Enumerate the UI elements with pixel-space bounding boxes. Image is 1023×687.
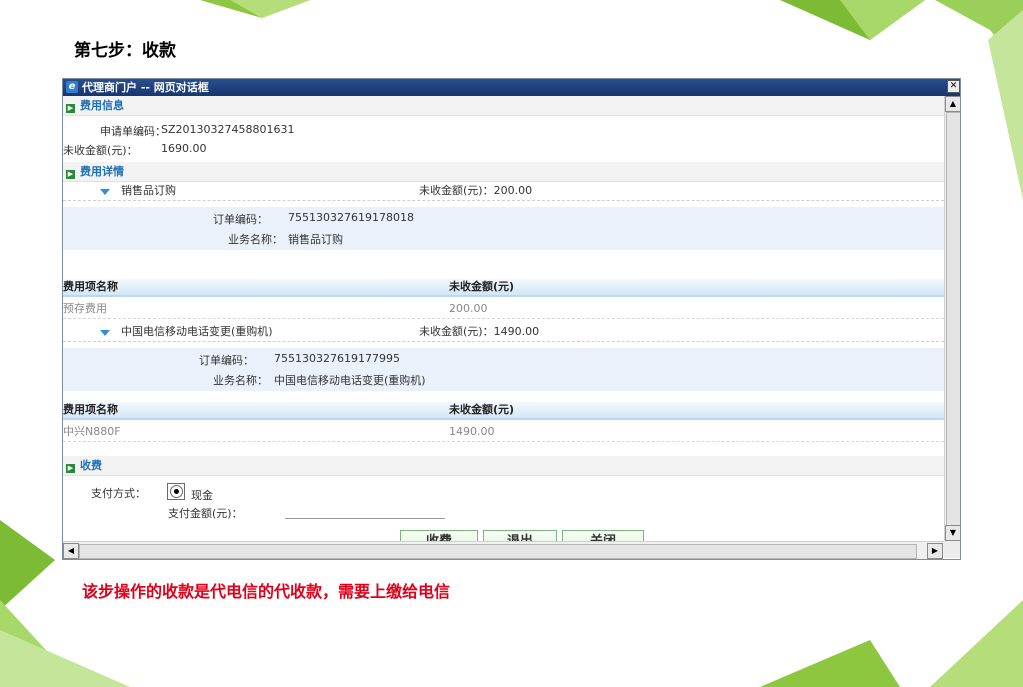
order-group-amount: 未收金额(元)：200.00 (419, 184, 533, 197)
table-row: 预存费用 200.00 (63, 300, 944, 319)
section-arrow-icon: ▶ (66, 170, 75, 179)
section-arrow-icon: ▶ (66, 464, 75, 473)
fee-item-name: 中兴N880F (63, 425, 121, 438)
charge-button[interactable]: 收费 (400, 530, 478, 541)
section-title: 收费 (80, 459, 102, 472)
scroll-up-icon[interactable]: ▲ (945, 96, 960, 112)
note-text: 该步操作的收款是代电信的代收款，需要上缴给电信 (82, 582, 451, 601)
close-icon[interactable]: ✕ (947, 80, 960, 93)
exit-button[interactable]: 退出 (483, 530, 557, 541)
order-info-panel: 订单编码： 755130327619178018 业务名称： 销售品订购 (63, 207, 944, 250)
order-group-name: 销售品订购 (121, 184, 176, 197)
order-group-header[interactable]: 中国电信移动电话变更(重购机) 未收金额(元)：1490.00 (63, 323, 944, 342)
section-fee-info[interactable]: ▶ 费用信息 (63, 96, 944, 116)
fee-item-amount: 200.00 (449, 302, 488, 315)
biz-name-value: 销售品订购 (288, 233, 343, 246)
section-title: 费用信息 (80, 99, 124, 112)
scroll-right-icon[interactable]: ▶ (927, 543, 943, 559)
col-fee-item: 费用项名称 (63, 280, 118, 293)
payment-amount-input[interactable] (285, 518, 445, 519)
close-button[interactable]: 关闭 (562, 530, 644, 541)
order-group-header[interactable]: 销售品订购 未收金额(元)：200.00 (63, 182, 944, 201)
order-code-label: 订单编码： (213, 213, 268, 226)
payment-amount-label: 支付金额(元)： (168, 507, 243, 520)
expand-arrow-icon (100, 330, 110, 336)
payment-method-value: 现金 (191, 489, 213, 502)
order-group-name: 中国电信移动电话变更(重购机) (121, 325, 273, 338)
uncollected-value: 1690.00 (161, 142, 207, 155)
scroll-corner (944, 541, 960, 558)
dialog-title: 代理商门户 -- 网页对话框 (82, 81, 209, 94)
scroll-thumb[interactable] (946, 112, 960, 528)
section-fee-detail[interactable]: ▶ 费用详情 (63, 162, 944, 182)
section-arrow-icon: ▶ (66, 104, 75, 113)
dialog-titlebar: e 代理商门户 -- 网页对话框 (63, 79, 960, 96)
section-collect[interactable]: ▶ 收费 (63, 456, 944, 476)
web-dialog: e 代理商门户 -- 网页对话框 ✕ ▶ 费用信息 申请单编码： SZ2013032… (62, 78, 961, 560)
horizontal-scrollbar[interactable]: ◀ ▶ (63, 541, 944, 559)
fee-table-header: 费用项名称 未收金额(元) (63, 402, 944, 420)
ie-icon: e (66, 81, 78, 93)
fee-item-amount: 1490.00 (449, 425, 495, 438)
col-uncollected: 未收金额(元) (449, 403, 515, 416)
col-fee-item: 费用项名称 (63, 403, 118, 416)
scroll-left-icon[interactable]: ◀ (63, 543, 79, 559)
biz-name-label: 业务名称： (228, 233, 283, 246)
cash-radio[interactable] (170, 485, 183, 498)
order-group-amount: 未收金额(元)：1490.00 (419, 325, 540, 338)
order-code-label: 订单编码： (199, 354, 254, 367)
order-info-panel: 订单编码： 755130327619177995 业务名称： 中国电信移动电话变… (63, 348, 944, 391)
payment-method-label: 支付方式： (91, 487, 146, 500)
col-uncollected: 未收金额(元) (449, 280, 515, 293)
apply-order-label: 申请单编码： (100, 125, 166, 138)
vertical-scrollbar[interactable]: ▲ ▼ (944, 96, 960, 541)
uncollected-label: 未收金额(元)： (63, 144, 138, 157)
table-row: 中兴N880F 1490.00 (63, 423, 944, 442)
fee-item-name: 预存费用 (63, 302, 107, 315)
fee-table-header: 费用项名称 未收金额(元) (63, 279, 944, 297)
expand-arrow-icon (100, 189, 110, 195)
biz-name-value: 中国电信移动电话变更(重购机) (274, 374, 426, 387)
order-code-value: 755130327619178018 (288, 211, 414, 224)
hscroll-thumb[interactable] (79, 544, 917, 559)
biz-name-label: 业务名称： (213, 374, 268, 387)
order-code-value: 755130327619177995 (274, 352, 400, 365)
section-title: 费用详情 (80, 165, 124, 178)
step-title: 第七步：收款 (74, 41, 176, 61)
apply-order-value: SZ20130327458801631 (161, 123, 295, 136)
scroll-down-icon[interactable]: ▼ (945, 525, 960, 541)
dialog-content: ▶ 费用信息 申请单编码： SZ20130327458801631 未收金额(元)… (63, 96, 944, 541)
